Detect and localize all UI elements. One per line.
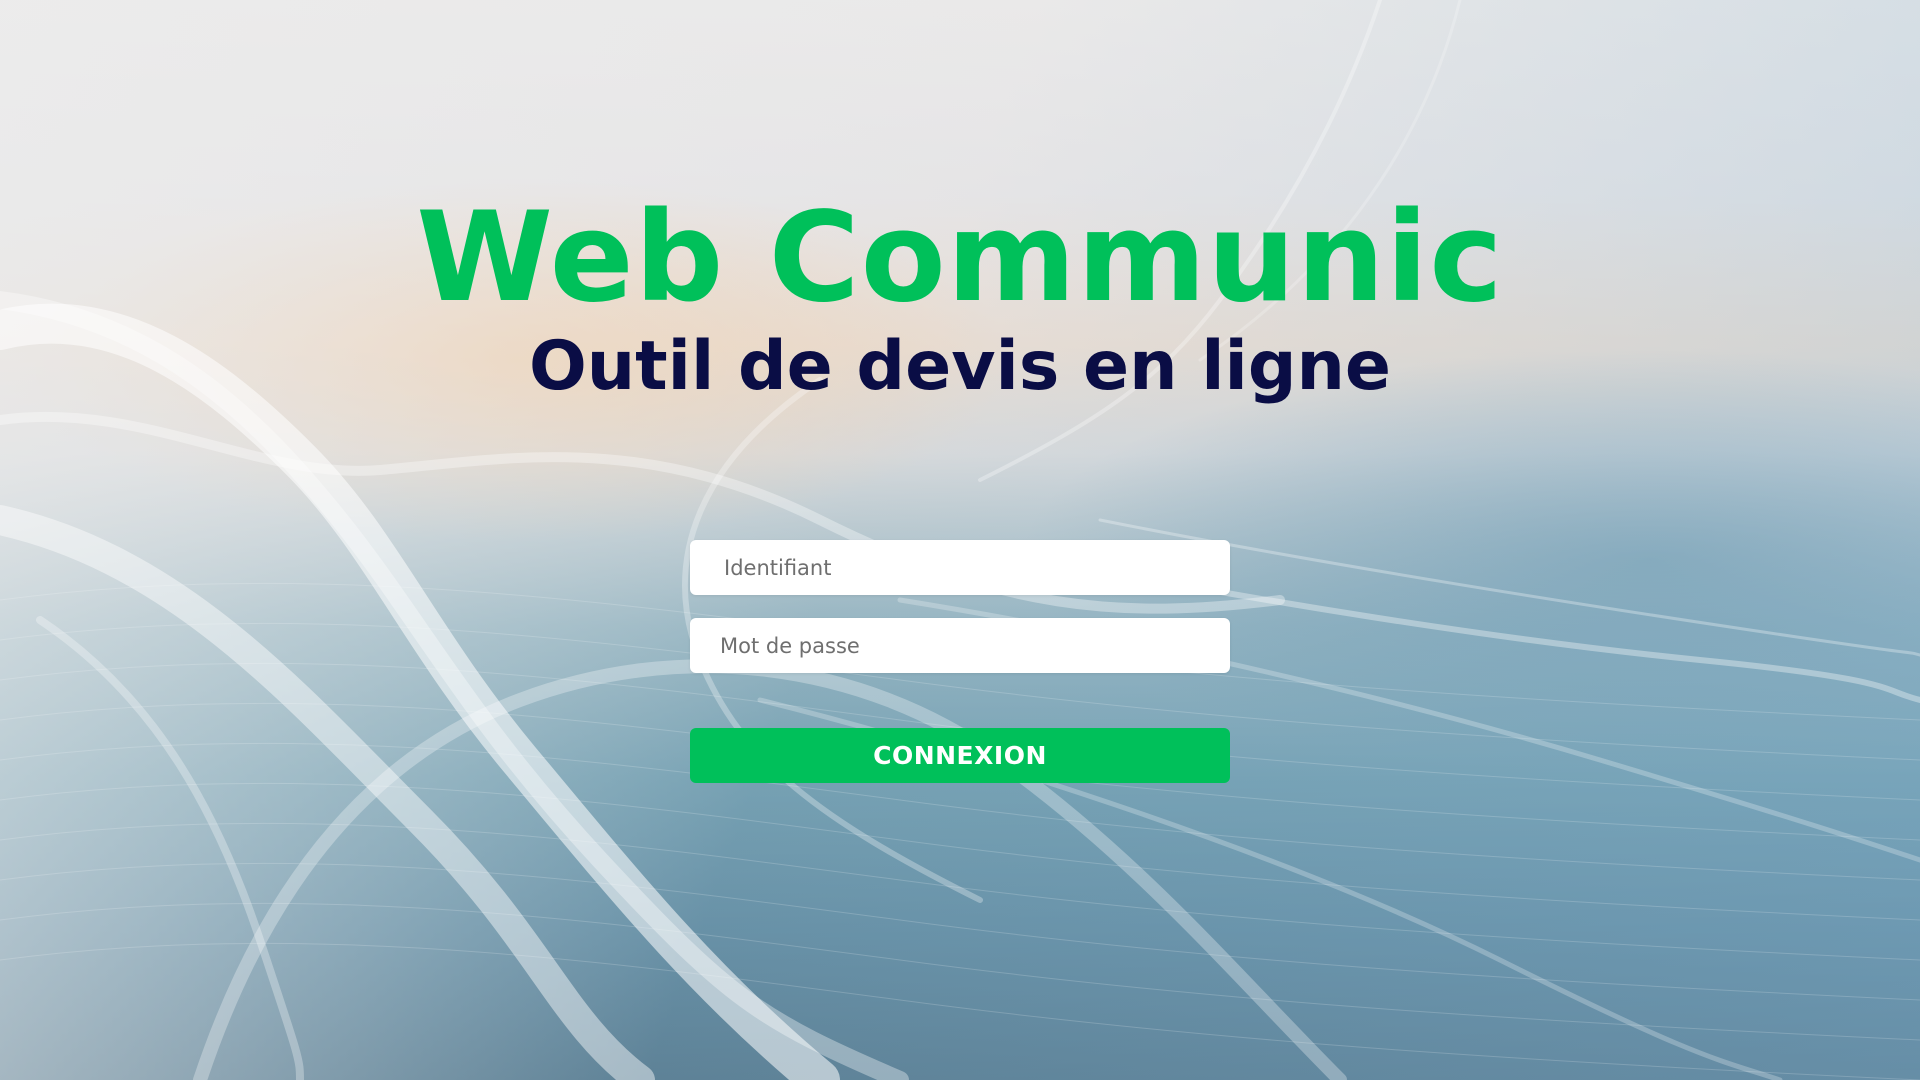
app-subtitle: Outil de devis en ligne [528, 327, 1392, 406]
login-page: Web Communic Outil de devis en ligne CON… [0, 0, 1920, 1080]
login-button[interactable]: CONNEXION [690, 728, 1230, 783]
password-input[interactable] [690, 618, 1230, 673]
app-title: Web Communic [416, 186, 1504, 330]
login-content: Web Communic Outil de devis en ligne CON… [0, 0, 1920, 1080]
login-form: CONNEXION [690, 540, 1230, 783]
username-input[interactable] [690, 540, 1230, 595]
